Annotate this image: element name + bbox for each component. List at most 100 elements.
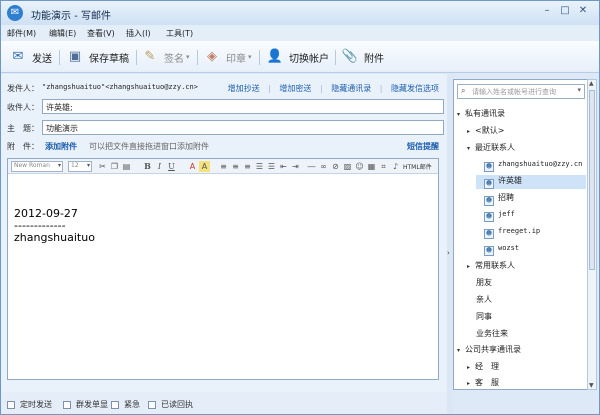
link-icon[interactable]: ∞ xyxy=(318,161,329,172)
tree-group-managers[interactable]: ▸ 经 理 xyxy=(467,361,499,375)
tree-group-frequent[interactable]: ▸ 常用联系人 xyxy=(467,260,515,274)
tree-group-label: 常用联系人 xyxy=(475,261,515,270)
user-switch-icon: 👤 xyxy=(266,49,284,64)
tree-category-family[interactable]: 亲人 xyxy=(476,294,492,308)
scroll-up-icon[interactable]: ▲ xyxy=(589,80,594,87)
collapse-icon[interactable]: ▸ xyxy=(467,128,475,135)
save-draft-button[interactable]: ▣ 保存草稿 xyxy=(66,47,129,67)
align-right-icon[interactable]: ≡ xyxy=(242,161,253,172)
read-receipt-checkbox[interactable]: 已读回执 xyxy=(148,399,193,410)
table-icon[interactable]: ▦ xyxy=(366,161,377,172)
tree-group-label: <默认> xyxy=(475,126,505,135)
menu-edit[interactable]: 编辑(E) xyxy=(49,28,76,39)
expand-icon[interactable]: ▾ xyxy=(457,111,465,118)
chevron-down-icon: ▾ xyxy=(86,162,90,169)
attachment-row-label: 附 件： xyxy=(7,142,39,151)
collapse-icon[interactable]: ▸ xyxy=(467,380,475,387)
message-editor[interactable]: New Roman ▾ 12 ▾ ✂ ❐ ▤ B I U A A ≡ ≡ ≡ ☰ xyxy=(7,158,439,380)
attachment-button[interactable]: 📎 附件 xyxy=(341,47,384,67)
contact-item[interactable]: ☻ 招聘 xyxy=(484,192,514,206)
separate-send-checkbox[interactable]: 群发单显 xyxy=(63,399,108,410)
screenshot-icon[interactable]: ⌗ xyxy=(378,161,389,172)
scroll-down-icon[interactable]: ▼ xyxy=(589,382,594,389)
cut-icon[interactable]: ✂ xyxy=(97,161,108,172)
expand-icon[interactable]: ▾ xyxy=(457,347,465,354)
contact-item[interactable]: ☻ jeff xyxy=(484,209,515,223)
image-icon[interactable]: ▨ xyxy=(342,161,353,172)
outdent-icon[interactable]: ⇤ xyxy=(278,161,289,172)
menu-insert[interactable]: 插入(I) xyxy=(126,28,151,39)
horizontal-rule-icon[interactable]: ― xyxy=(306,161,317,172)
contact-item[interactable]: ☻ freeget.ip xyxy=(484,226,540,240)
scroll-thumb[interactable] xyxy=(589,90,595,270)
toolbar-divider xyxy=(259,50,260,65)
subject-field[interactable]: 功能演示 xyxy=(42,120,444,135)
collapse-icon[interactable]: ▸ xyxy=(467,263,475,270)
align-center-icon[interactable]: ≡ xyxy=(230,161,241,172)
read-receipt-label: 已读回执 xyxy=(161,400,193,409)
expand-icon[interactable]: ▾ xyxy=(467,145,475,152)
tree-group-company[interactable]: ▾ 公司共享通讯录 xyxy=(457,344,521,358)
highlight-icon[interactable]: A xyxy=(199,161,210,172)
indent-icon[interactable]: ⇥ xyxy=(290,161,301,172)
contact-item-selected[interactable]: ☻ 许英雄 xyxy=(476,175,586,189)
close-button[interactable]: ✕ xyxy=(576,5,590,18)
contact-item[interactable]: ☻ wozst xyxy=(484,243,519,257)
unordered-list-icon[interactable]: ☰ xyxy=(266,161,277,172)
tree-group-recent[interactable]: ▾ 最近联系人 xyxy=(467,142,515,156)
menu-mail[interactable]: 邮件(M) xyxy=(7,28,36,39)
tree-group-support[interactable]: ▸ 客 服 xyxy=(467,377,499,391)
contact-search-input[interactable]: ⌕ 请输入姓名或帐号进行查询 ▾ xyxy=(457,84,585,99)
tree-group-private[interactable]: ▾ 私有通讯录 xyxy=(457,108,505,122)
maximize-button[interactable]: □ xyxy=(558,5,572,18)
menu-tools[interactable]: 工具(T) xyxy=(166,28,193,39)
subject-label: 主 题： xyxy=(7,124,39,133)
font-color-icon[interactable]: A xyxy=(187,161,198,172)
bold-icon[interactable]: B xyxy=(142,161,153,172)
add-attachment-link[interactable]: 添加附件 xyxy=(45,141,77,152)
tree-category-business[interactable]: 业务往来 xyxy=(476,328,508,342)
link-divider: | xyxy=(379,84,383,93)
collapse-icon[interactable]: ▸ xyxy=(467,364,475,371)
ordered-list-icon[interactable]: ☰ xyxy=(254,161,265,172)
chevron-down-icon: ▾ xyxy=(186,53,190,61)
contacts-scrollbar[interactable]: ▲ ▼ xyxy=(587,79,597,390)
tree-category-friends[interactable]: 朋友 xyxy=(476,277,492,291)
send-options-bar: 定时发送 群发单显 紧急 已读回执 xyxy=(1,392,447,414)
paste-icon[interactable]: ▤ xyxy=(121,161,132,172)
sender-label: 发件人： xyxy=(7,84,39,93)
microphone-icon[interactable]: ♪ xyxy=(390,161,401,172)
contact-item[interactable]: ☻ zhangshuaituo@zzy.cn xyxy=(484,159,582,173)
stamp-button[interactable]: ◈ 印章 ▾ xyxy=(203,47,252,67)
sms-reminder-link[interactable]: 短信提醒 xyxy=(407,141,439,152)
minimize-button[interactable]: – xyxy=(540,5,554,18)
chevron-down-icon[interactable]: ▾ xyxy=(577,86,581,94)
chevron-right-icon[interactable]: › xyxy=(447,249,450,257)
underline-icon[interactable]: U xyxy=(166,161,177,172)
font-size-select[interactable]: 12 ▾ xyxy=(68,161,92,172)
contacts-panel: ⌕ 请输入姓名或帐号进行查询 ▾ ▾ 私有通讯录 ▸ <默认> ▾ 最近联系人 ☻ zh… xyxy=(453,79,589,390)
tree-group-default[interactable]: ▸ <默认> xyxy=(467,125,504,139)
add-cc-link[interactable]: 增加抄送 xyxy=(228,84,260,93)
unlink-icon[interactable]: ⊘ xyxy=(330,161,341,172)
recipient-field[interactable]: 许英雄; xyxy=(42,99,444,114)
scheduled-send-label: 定时发送 xyxy=(20,400,52,409)
urgent-checkbox[interactable]: 紧急 xyxy=(111,399,140,410)
align-left-icon[interactable]: ≡ xyxy=(218,161,229,172)
add-bcc-link[interactable]: 增加密送 xyxy=(279,84,311,93)
italic-icon[interactable]: I xyxy=(154,161,165,172)
font-select[interactable]: New Roman ▾ xyxy=(11,161,63,172)
send-button[interactable]: ✉ 发送 xyxy=(9,47,52,67)
signature-button[interactable]: ✎ 签名 ▾ xyxy=(141,47,190,67)
font-size-value: 12 xyxy=(71,162,79,169)
switch-account-button[interactable]: 👤 切换帐户 xyxy=(266,47,329,67)
copy-icon[interactable]: ❐ xyxy=(109,161,120,172)
scheduled-send-checkbox[interactable]: 定时发送 xyxy=(7,399,52,410)
hide-contacts-link[interactable]: 隐藏通讯录 xyxy=(331,84,371,93)
hide-send-options-link[interactable]: 隐藏发信选项 xyxy=(391,84,439,93)
emoticon-icon[interactable]: ☺ xyxy=(354,161,365,172)
menu-view[interactable]: 查看(V) xyxy=(87,28,115,39)
tree-category-colleagues[interactable]: 同事 xyxy=(476,311,492,325)
html-mode-toggle[interactable]: HTML邮件 xyxy=(403,162,432,171)
sender-value[interactable]: "zhangshuaituo"<zhangshuaituo@zzy.cn> xyxy=(42,83,198,91)
